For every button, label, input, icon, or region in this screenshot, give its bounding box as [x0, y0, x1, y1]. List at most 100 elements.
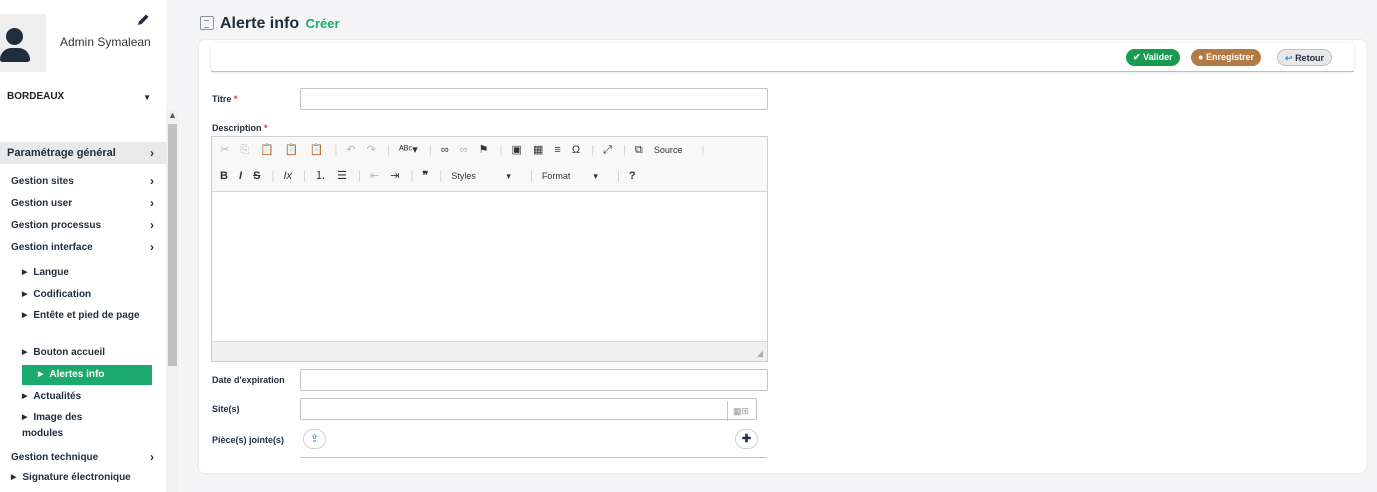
site-select-value: BORDEAUX — [7, 91, 65, 102]
bullet-triangle-icon: ▶ — [22, 414, 28, 421]
paste-word-icon[interactable]: 📋 — [310, 143, 324, 156]
sub-item-entete[interactable]: ▶ Entête et pied de page — [8, 308, 153, 324]
chevron-right-icon: › — [150, 240, 154, 254]
document-icon — [200, 16, 214, 30]
rich-text-editor[interactable]: ✂ ⎘ 📋 📋 📋 | ↶ ↷ | ᴬᴮᶜ▾ | ∞ ∞ ⚑ | ▣ ▦ ≡ Ω… — [211, 136, 768, 362]
sub-item-langue[interactable]: ▶ Langue — [22, 265, 152, 281]
sub-item-alertes-info[interactable]: ▶ Alertes info — [22, 365, 152, 385]
blockquote-icon[interactable]: ❞ — [422, 169, 428, 182]
sidebar-item-interface[interactable]: Gestion interface › — [0, 240, 166, 258]
sidebar-item-label: Gestion interface — [11, 242, 93, 253]
special-char-icon[interactable]: Ω — [572, 144, 580, 156]
divider — [300, 457, 767, 458]
title-label: Titre * — [212, 94, 237, 104]
site-picker-icon[interactable]: ▦⊞ — [727, 401, 754, 421]
sub-item-label: Alertes info — [49, 369, 105, 380]
editor-toolbar: ✂ ⎘ 📋 📋 📋 | ↶ ↷ | ᴬᴮᶜ▾ | ∞ ∞ ⚑ | ▣ ▦ ≡ Ω… — [212, 137, 767, 192]
add-attachment-button[interactable]: ✚ — [735, 429, 758, 449]
site-select[interactable]: BORDEAUX ▼ — [7, 91, 157, 105]
link-icon[interactable]: ∞ — [441, 144, 449, 156]
horizontal-line-icon[interactable]: ≡ — [554, 144, 560, 156]
page-mode: Créer — [305, 16, 340, 31]
save-button[interactable]: ● Enregistrer — [1191, 49, 1261, 66]
bold-icon[interactable]: B — [220, 170, 228, 182]
sites-input[interactable] — [300, 398, 757, 420]
expiration-label: Date d'expiration — [212, 375, 285, 385]
source-label: Source — [653, 145, 683, 155]
sub-item-actualites[interactable]: ▶ Actualités — [22, 389, 152, 405]
chevron-right-icon: › — [150, 174, 154, 188]
sub-item-label: Codification — [33, 289, 92, 300]
plus-icon: ✚ — [741, 433, 752, 445]
bullet-list-icon[interactable]: ☰ — [337, 169, 347, 182]
user-profile: Admin Symalean — [0, 0, 166, 72]
validate-label: Valider — [1143, 52, 1173, 62]
resize-grip-icon[interactable]: ◢ — [757, 349, 763, 358]
sidebar-item-user[interactable]: Gestion user › — [0, 196, 166, 214]
source-button[interactable]: ⧉ Source — [635, 144, 690, 157]
anchor-flag-icon[interactable]: ⚑ — [479, 143, 489, 156]
expiration-date-input[interactable] — [300, 369, 768, 391]
redo-icon[interactable]: ↷ — [367, 143, 376, 156]
attachments-label-text: Pièce(s) jointe(s) — [212, 435, 285, 445]
bullet-triangle-icon: ▶ — [11, 474, 17, 481]
edit-pencil-icon[interactable] — [135, 12, 151, 28]
bullet-triangle-icon: ▶ — [22, 393, 28, 400]
bullet-triangle-icon: ▶ — [22, 291, 28, 298]
upload-button[interactable]: ⇪ — [303, 429, 326, 449]
sub-item-label: Signature électronique — [22, 472, 131, 483]
image-icon[interactable]: ▣ — [511, 143, 521, 156]
validate-button[interactable]: ✔ Valider — [1126, 49, 1180, 66]
sidebar-item-label: Gestion processus — [11, 220, 102, 231]
menu-section-parametrage[interactable]: Paramétrage général › — [0, 142, 166, 164]
sub-item-label: Entête et pied de page — [33, 310, 140, 321]
title-input[interactable] — [300, 88, 768, 110]
sidebar-item-sites[interactable]: Gestion sites › — [0, 174, 166, 192]
scroll-up-icon[interactable]: ▲ — [168, 110, 177, 120]
remove-format-icon[interactable]: Ix — [283, 170, 292, 182]
source-icon: ⧉ — [634, 144, 643, 156]
chevron-right-icon: › — [150, 146, 154, 160]
sub-item-bouton-accueil[interactable]: ▶ Bouton accueil — [22, 345, 152, 361]
sidebar-item-label: Gestion technique — [11, 452, 99, 463]
username: Admin Symalean — [60, 35, 151, 49]
sub-item-label: Langue — [33, 267, 69, 278]
divider — [211, 71, 1354, 72]
sub-item-codification[interactable]: ▶ Codification — [22, 287, 152, 303]
sub-item-image-modules[interactable]: ▶ Image des modules — [8, 410, 118, 442]
action-toolbar: ✔ Valider ● Enregistrer ↩ Retour — [211, 43, 1354, 71]
help-icon[interactable]: ? — [629, 170, 636, 182]
sidebar-item-label: Gestion user — [11, 198, 73, 209]
maximize-icon[interactable]: ⤢ — [603, 144, 612, 157]
format-label: Format — [541, 171, 571, 181]
indent-icon[interactable]: ⇥ — [390, 169, 399, 182]
undo-icon[interactable]: ↶ — [346, 143, 355, 156]
menu-section-label: Paramétrage général — [7, 147, 116, 159]
unlink-icon[interactable]: ∞ — [460, 144, 468, 156]
editor-toolbar-row-2: B I S | Ix | ⒈ ☰ | ⇤ ⇥ | ❞ | Styles ▾ | … — [220, 167, 644, 187]
sidebar: Admin Symalean BORDEAUX ▼ Paramétrage gé… — [0, 0, 166, 492]
editor-toolbar-row-1: ✂ ⎘ 📋 📋 📋 | ↶ ↷ | ᴬᴮᶜ▾ | ∞ ∞ ⚑ | ▣ ▦ ≡ Ω… — [220, 143, 705, 157]
back-button[interactable]: ↩ Retour — [1277, 49, 1333, 66]
caret-down-icon: ▼ — [143, 93, 151, 102]
sidebar-scrollbar[interactable]: ▲ — [166, 110, 179, 492]
strike-icon[interactable]: S — [253, 170, 260, 182]
table-icon[interactable]: ▦ — [533, 143, 543, 156]
attachments-label: Pièce(s) jointe(s) — [212, 435, 284, 445]
back-arrow-icon: ↩ — [1285, 53, 1293, 63]
sidebar-item-technique[interactable]: Gestion technique › — [0, 450, 166, 468]
scrollbar-thumb[interactable] — [168, 124, 177, 366]
paste-icon[interactable]: 📋 — [260, 143, 274, 156]
sidebar-item-signature[interactable]: ▶ Signature électronique — [11, 470, 161, 486]
sidebar-item-processus[interactable]: Gestion processus › — [0, 218, 166, 236]
cut-icon[interactable]: ✂ — [220, 143, 229, 156]
italic-icon[interactable]: I — [239, 170, 242, 182]
spellcheck-icon[interactable]: ᴬᴮᶜ▾ — [399, 143, 418, 156]
expiration-label-text: Date d'expiration — [212, 375, 285, 385]
paste-text-icon[interactable]: 📋 — [285, 143, 299, 156]
styles-dropdown[interactable]: Styles ▾ — [451, 171, 519, 182]
numbered-list-icon[interactable]: ⒈ — [315, 167, 326, 183]
format-dropdown[interactable]: Format ▾ — [542, 171, 606, 182]
outdent-icon[interactable]: ⇤ — [370, 169, 379, 182]
copy-icon[interactable]: ⎘ — [240, 144, 249, 157]
